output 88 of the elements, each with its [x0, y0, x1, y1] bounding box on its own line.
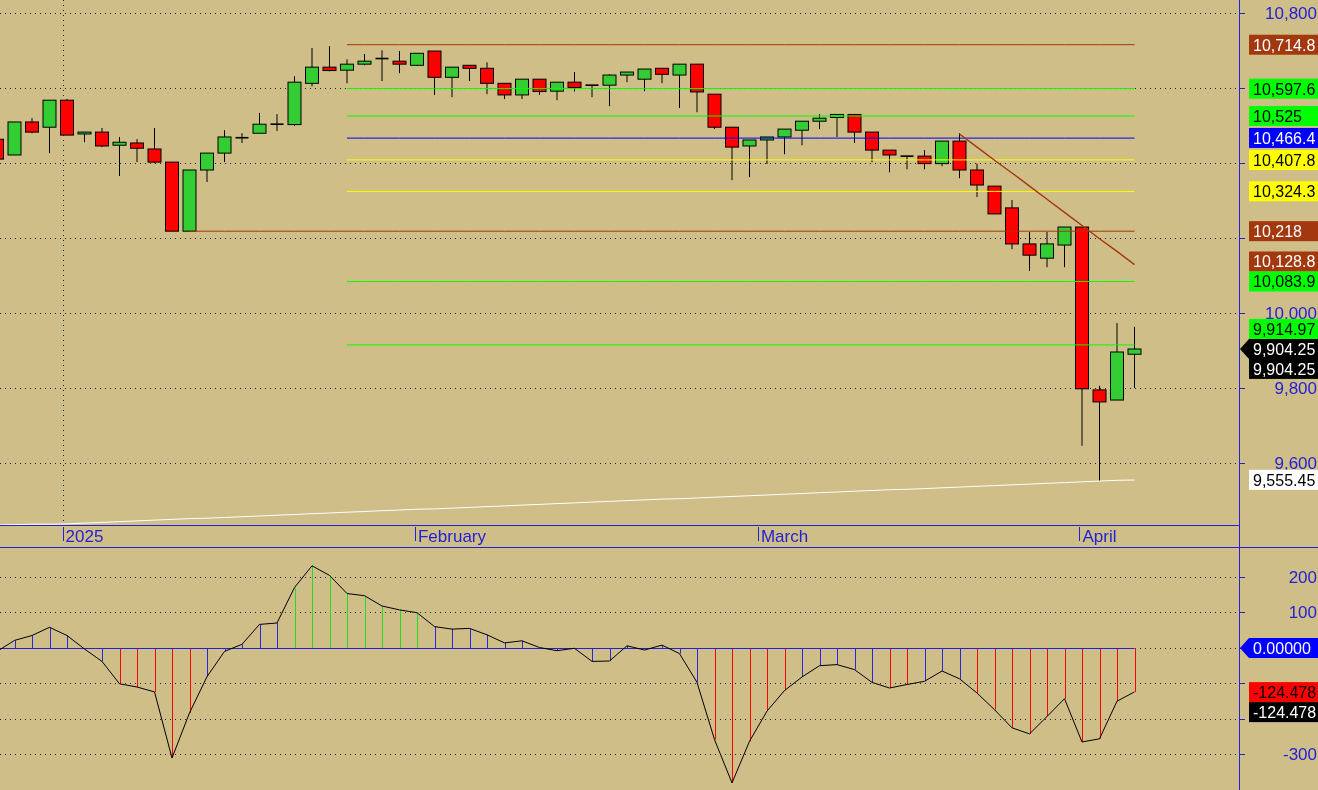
candlestick: [690, 63, 704, 113]
candlestick: [672, 63, 687, 109]
candlestick: [445, 66, 459, 98]
value-tag: 10,525: [1249, 105, 1318, 126]
axis-label: 100: [1288, 603, 1317, 623]
date-label: 2025: [65, 527, 104, 546]
candlestick: [269, 113, 285, 132]
candlestick: [182, 169, 197, 232]
candlestick: [620, 71, 634, 83]
candlestick: [637, 68, 652, 92]
candlestick: [112, 136, 127, 177]
candlestick: [1022, 231, 1037, 272]
candlestick: [812, 113, 827, 130]
candlestick: [987, 185, 1002, 215]
last-value-tag: 9,904.25: [1240, 338, 1318, 359]
candlestick: [917, 149, 932, 170]
candlestick: [567, 71, 582, 93]
candlestick: [60, 98, 74, 136]
value-tag: 10,083.9: [1249, 271, 1318, 292]
candlestick: [777, 128, 792, 155]
candlestick: [1127, 326, 1142, 389]
value-tag: 9,904.25: [1249, 358, 1318, 379]
candlestick: [427, 50, 442, 96]
candlestick: [147, 127, 162, 164]
candlestick: [1057, 226, 1072, 268]
value-tag: 10,324.3: [1249, 181, 1318, 202]
date-label: February: [418, 527, 486, 546]
value-tag: -124.478: [1249, 682, 1318, 703]
candlestick: [410, 52, 424, 67]
date-label: March: [760, 527, 809, 546]
candlestick: [77, 131, 92, 143]
candlestick: [25, 117, 39, 134]
candlestick: [602, 73, 617, 107]
candlestick: [707, 93, 722, 130]
candlestick: [725, 126, 739, 181]
value-tag: 10,597.6: [1249, 78, 1318, 99]
candlestick: [392, 50, 407, 74]
candlestick: [1040, 231, 1054, 268]
candlestick: [480, 61, 494, 95]
candlestick: [357, 53, 372, 66]
axis-label: 10,800: [1265, 3, 1317, 23]
candlestick: [970, 163, 984, 198]
candlestick: [234, 132, 250, 144]
value-tag: 10,407.8: [1249, 149, 1318, 170]
candlestick: [795, 120, 809, 146]
candlestick: [1005, 199, 1019, 250]
candlestick: [340, 58, 354, 84]
date-label: April: [1082, 527, 1117, 546]
candlestick: [550, 81, 564, 101]
candlestick: [899, 155, 915, 170]
value-tag: 10,466.4: [1249, 127, 1318, 148]
candlestick: [655, 67, 669, 84]
candlestick: [374, 49, 390, 82]
candlestick: [830, 113, 844, 138]
candlestick: [584, 84, 600, 98]
candlestick: [462, 64, 477, 82]
candlestick: [130, 138, 144, 163]
axis-label: 9,800: [1274, 379, 1317, 399]
value-tag: -124.478: [1249, 702, 1318, 723]
candlestick: [95, 127, 109, 148]
value-tag: 10,218: [1249, 221, 1318, 242]
candlestick: [7, 121, 22, 156]
candlestick: [287, 75, 302, 127]
candlestick: [200, 152, 214, 183]
candlestick: [515, 78, 529, 100]
candlestick: [865, 131, 879, 163]
candlestick: [42, 99, 57, 154]
value-tag: 10,714.8: [1249, 34, 1318, 55]
value-tag: 9,555.45: [1249, 469, 1318, 490]
candlestick: [952, 132, 967, 179]
candlestick: [305, 47, 319, 87]
value-tag: 9,914.97: [1249, 318, 1318, 339]
candlestick: [217, 129, 232, 163]
candlestick: [935, 140, 949, 167]
candlestick: [497, 82, 512, 100]
candlestick: [252, 112, 267, 134]
candlestick: [532, 78, 547, 96]
candlestick: [322, 45, 337, 72]
last-value-tag: 0.00000: [1240, 637, 1318, 658]
axis-label: 200: [1288, 567, 1317, 587]
candlestick: [742, 139, 757, 178]
candlestick: [760, 136, 774, 165]
candlestick: [165, 161, 179, 232]
candlestick: [882, 149, 897, 173]
value-tag: 10,128.8: [1249, 251, 1318, 272]
candlestick: [0, 138, 4, 160]
axis-label: -300: [1282, 745, 1317, 765]
candlestick: [847, 113, 862, 144]
